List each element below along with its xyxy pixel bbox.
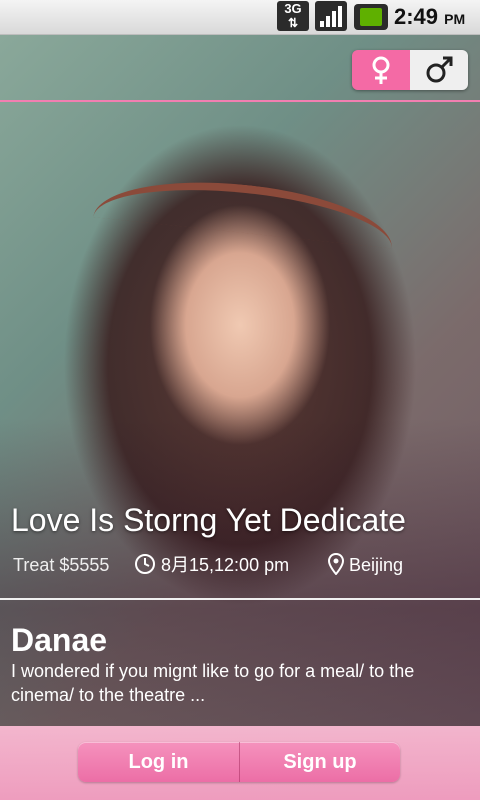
content-divider — [0, 598, 480, 600]
network-type: 3G — [284, 1, 302, 16]
male-icon — [426, 56, 453, 83]
treat-amount: Treat $5555 — [13, 555, 110, 575]
network-3g-icon: 3G ⇅ — [277, 1, 309, 31]
top-divider — [0, 100, 480, 102]
profile-message: I wondered if you mignt like to go for a… — [11, 661, 415, 705]
location-pin-icon — [327, 552, 345, 576]
date-time-text: 8月15,12:00 pm — [161, 555, 290, 575]
clock-ampm: PM — [444, 11, 466, 27]
date-time: 8月15,12:00 pm — [134, 553, 289, 577]
clock: 2:49 PM — [394, 0, 465, 34]
female-filter-button[interactable] — [352, 50, 410, 90]
signup-button[interactable]: Sign up — [240, 742, 400, 782]
clock-icon — [135, 554, 155, 574]
status-bar: 3G ⇅ 2:49 PM — [0, 0, 480, 35]
clock-time: 2:49 — [394, 4, 439, 29]
login-button[interactable]: Log in — [78, 742, 240, 782]
battery-icon — [354, 4, 388, 30]
auth-button-group: Log in Sign up — [78, 742, 400, 782]
female-icon — [372, 56, 390, 84]
date-title: Love Is Storng Yet Dedicate — [11, 502, 406, 538]
gender-toggle[interactable] — [352, 50, 468, 90]
signal-strength-icon — [315, 1, 347, 31]
location-text: Beijing — [349, 555, 404, 575]
profile-name: Danae — [11, 622, 108, 658]
location: Beijing — [327, 552, 404, 577]
male-filter-button[interactable] — [410, 50, 468, 90]
